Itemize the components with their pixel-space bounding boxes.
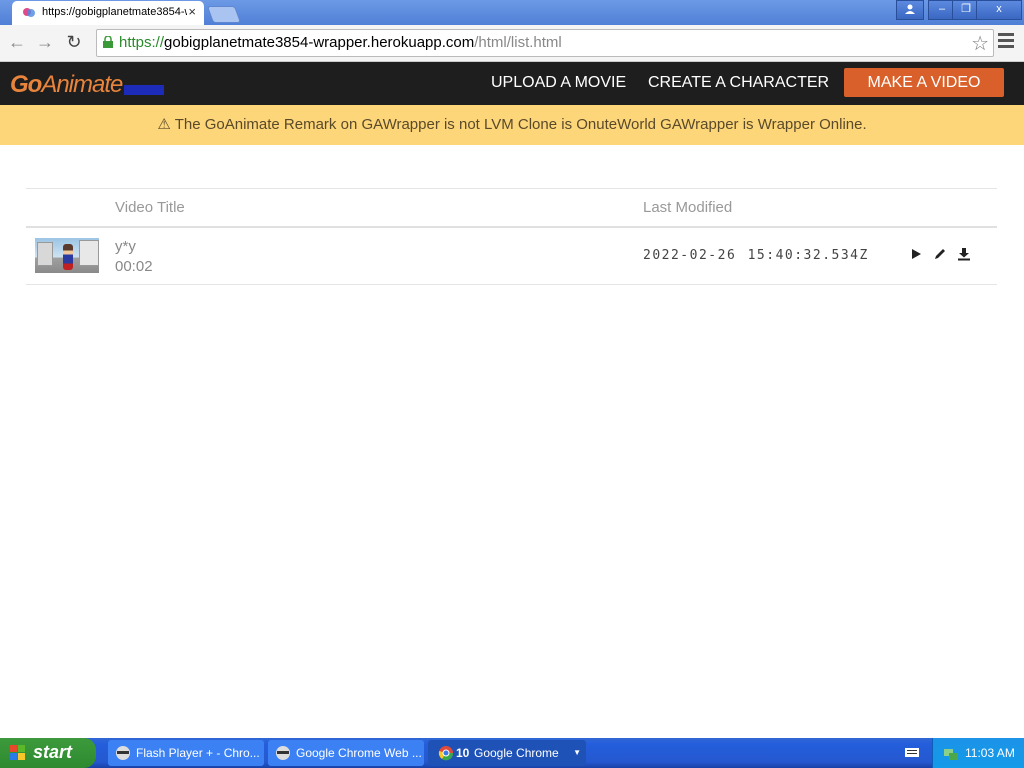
tab-title: https://gobigplanetmate3854-wrapper.hero…: [42, 6, 187, 18]
video-title: y*y: [115, 238, 136, 255]
taskbar: start Flash Player + - Chro... Google Ch…: [0, 738, 1024, 768]
logo-badge: [124, 85, 164, 95]
user-profile-icon[interactable]: [896, 0, 924, 20]
network-icon[interactable]: [943, 745, 959, 761]
video-last-modified: 2022-02-26 15:40:32.534Z: [643, 248, 869, 263]
notice-banner: ⚠ The GoAnimate Remark on GAWrapper is n…: [0, 105, 1024, 145]
bookmark-star-icon[interactable]: ☆: [971, 31, 989, 56]
taskbar-item-chrome-web[interactable]: Google Chrome Web ...: [268, 740, 424, 766]
site-header: GoAnimate UPLOAD A MOVIE CREATE A CHARAC…: [0, 62, 1024, 105]
notice-text: The GoAnimate Remark on GAWrapper is not…: [174, 116, 867, 133]
start-button[interactable]: start: [0, 738, 96, 768]
play-icon[interactable]: [908, 246, 924, 262]
keyboard-icon[interactable]: [905, 746, 919, 758]
chrome-icon: [438, 746, 454, 761]
taskbar-item-google-chrome-group[interactable]: 10 Google Chrome ▼: [428, 740, 586, 766]
video-thumbnail[interactable]: [35, 238, 99, 273]
browser-menu-icon[interactable]: [998, 33, 1014, 51]
app-favicon-icon: [23, 8, 35, 17]
column-header-modified: Last Modified: [643, 199, 733, 216]
address-bar[interactable]: https://gobigplanetmate3854-wrapper.hero…: [96, 29, 994, 57]
back-arrow-icon[interactable]: ←: [6, 31, 28, 53]
tab-close-icon[interactable]: ×: [188, 4, 196, 19]
video-duration: 00:02: [115, 258, 153, 275]
table-row[interactable]: y*y 00:02 2022-02-26 15:40:32.534Z: [26, 228, 997, 285]
lock-icon: [103, 36, 113, 48]
goanimate-logo[interactable]: GoAnimate: [10, 71, 123, 99]
column-header-title: Video Title: [115, 199, 185, 216]
clock[interactable]: 11:03 AM: [965, 746, 1015, 760]
taskbar-item-flash-player[interactable]: Flash Player + - Chro...: [108, 740, 264, 766]
create-character-link[interactable]: CREATE A CHARACTER: [648, 74, 829, 92]
forward-arrow-icon[interactable]: →: [34, 31, 56, 53]
video-table: Video Title Last Modified y*y 00:02 2022…: [26, 188, 997, 285]
table-header: Video Title Last Modified: [26, 188, 997, 228]
raccoon-app-icon: [276, 746, 290, 760]
browser-toolbar: ← → ↻ https://gobigplanetmate3854-wrappe…: [0, 25, 1024, 62]
make-video-button[interactable]: MAKE A VIDEO: [844, 68, 1004, 97]
raccoon-app-icon: [116, 746, 130, 760]
group-dropdown-icon: ▼: [573, 748, 581, 757]
new-tab-button[interactable]: [206, 6, 242, 23]
browser-tab[interactable]: https://gobigplanetmate3854-wrapper.hero…: [12, 1, 204, 25]
upload-movie-link[interactable]: UPLOAD A MOVIE: [491, 74, 626, 92]
browser-titlebar: https://gobigplanetmate3854-wrapper.hero…: [0, 0, 1024, 25]
edit-pencil-icon[interactable]: [932, 246, 948, 262]
close-window-button[interactable]: x: [976, 0, 1022, 20]
warning-icon: ⚠: [157, 116, 171, 133]
download-icon[interactable]: [956, 246, 972, 262]
url-text: https://gobigplanetmate3854-wrapper.hero…: [119, 34, 562, 51]
windows-flag-icon: [10, 745, 25, 760]
reload-icon[interactable]: ↻: [63, 31, 85, 53]
system-tray: 11:03 AM: [932, 738, 1024, 768]
